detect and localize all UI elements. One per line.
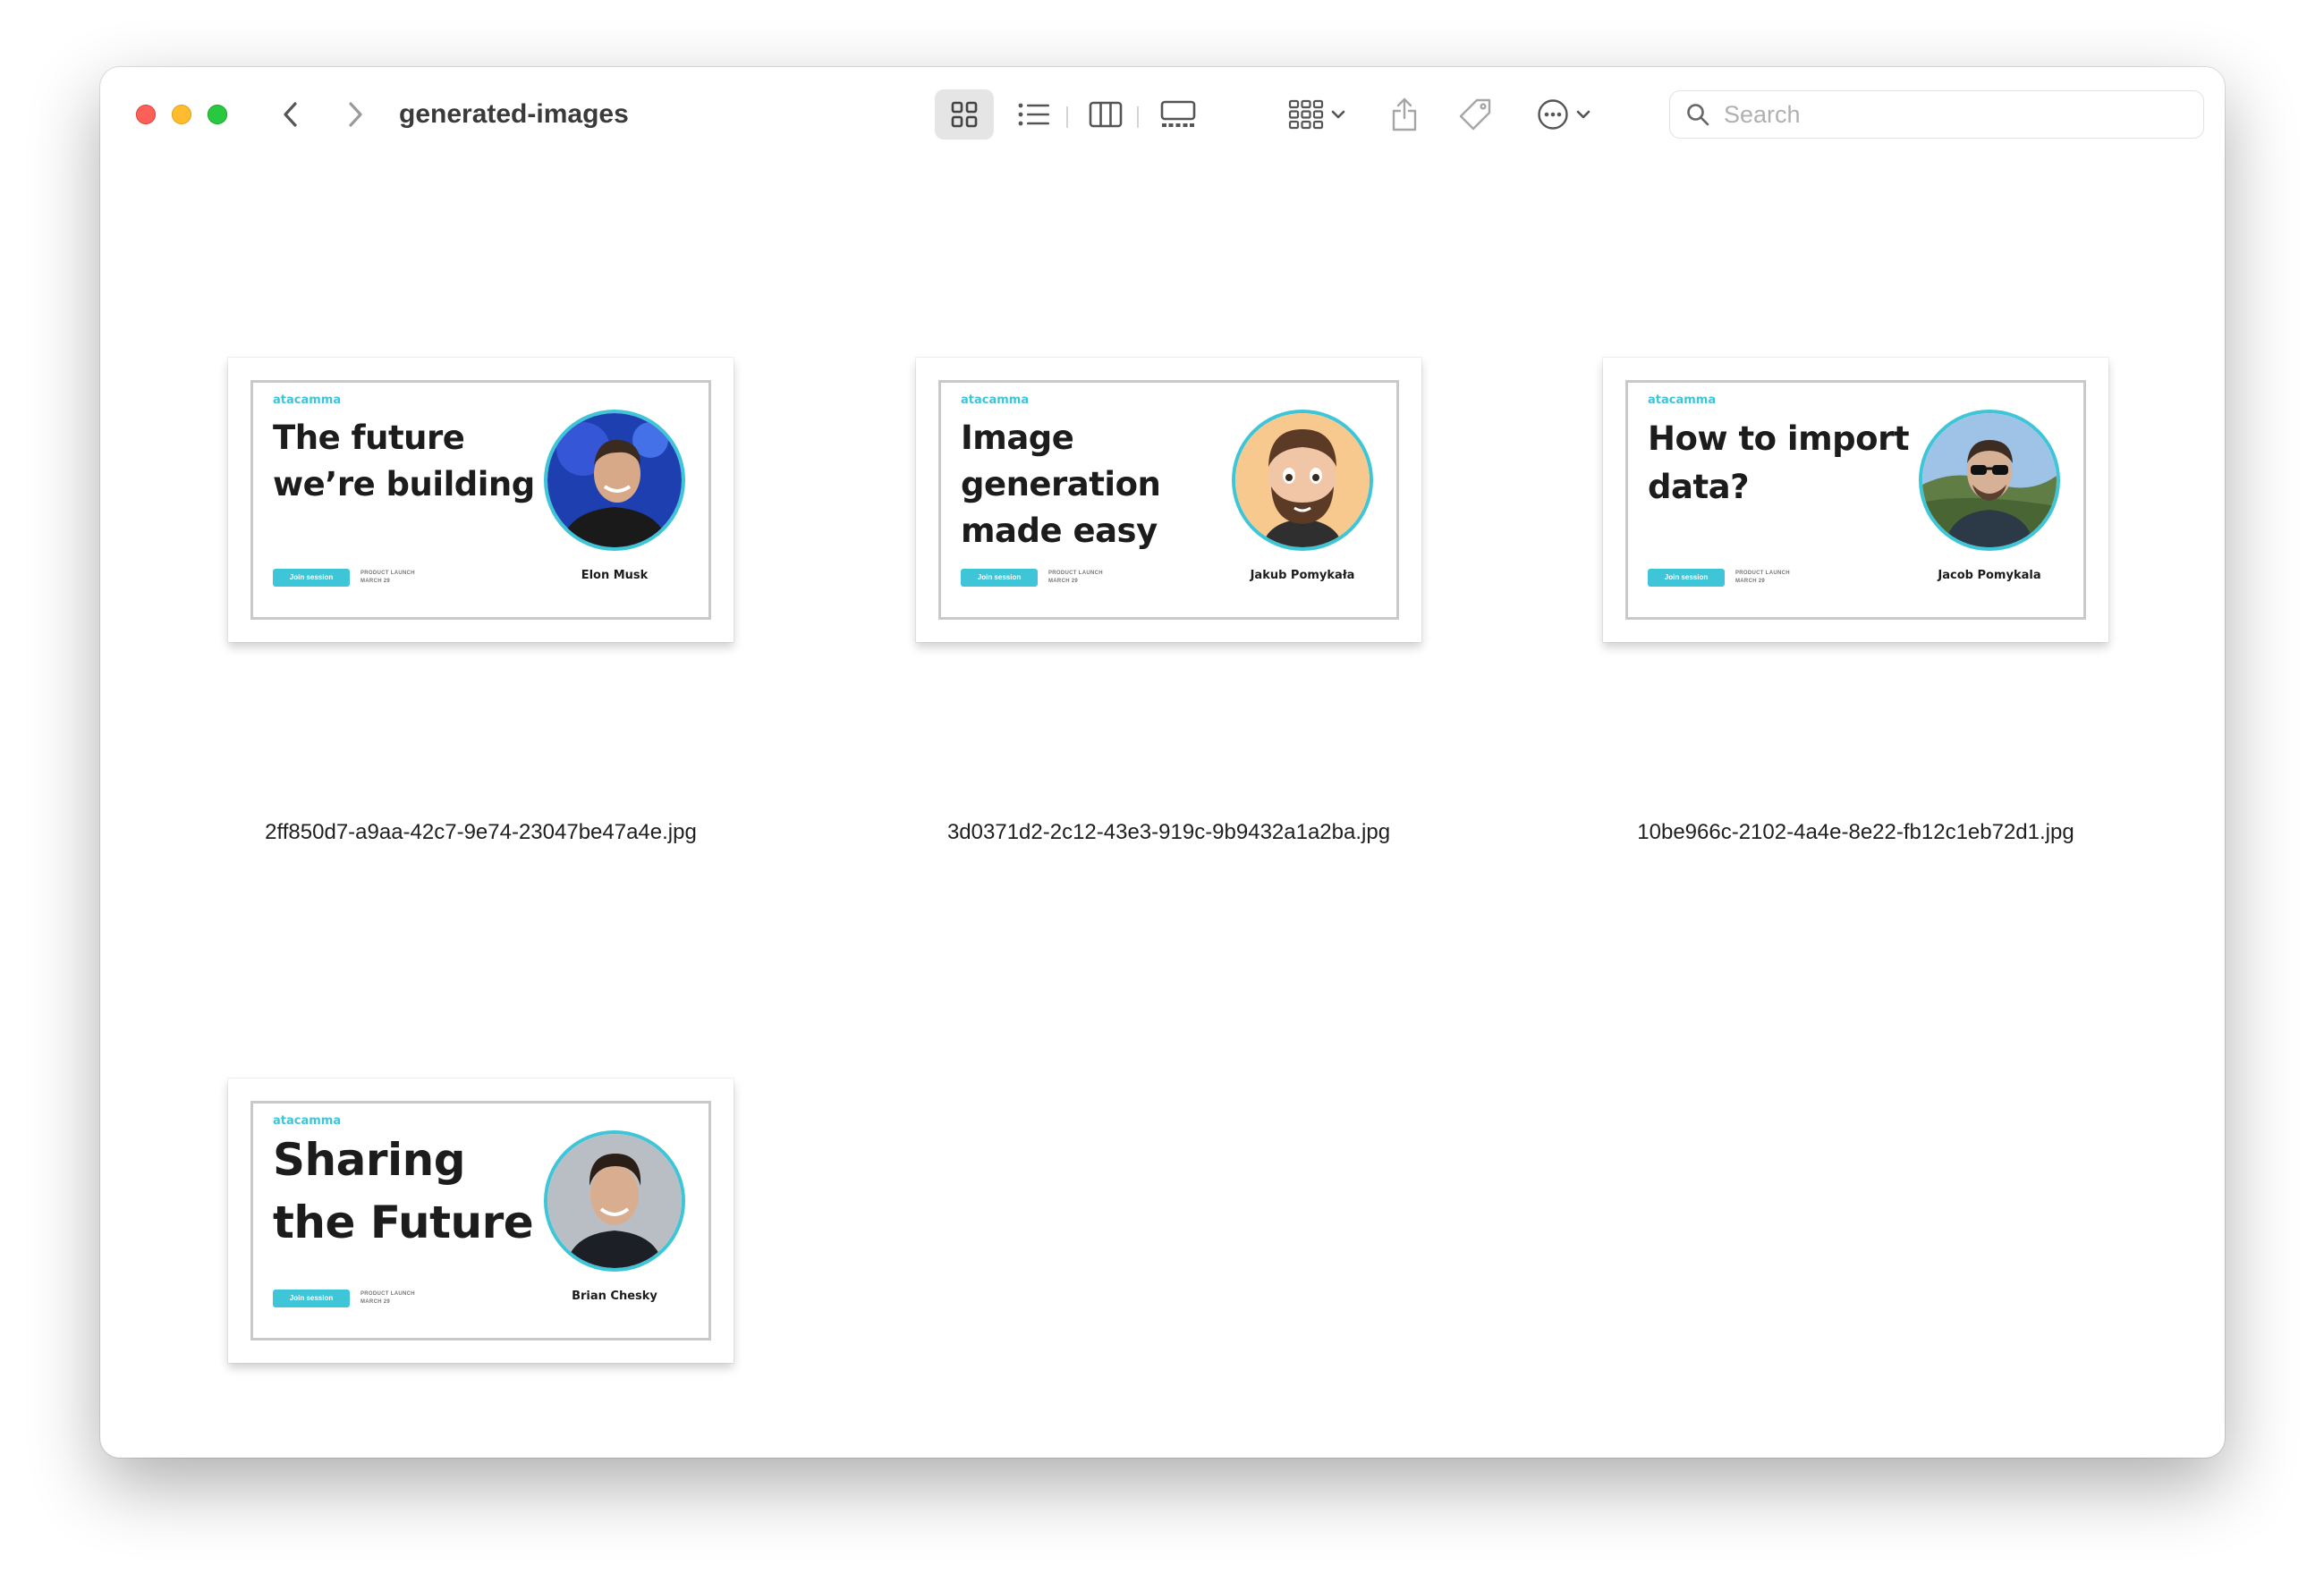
banner-card: atacamma How to import data? Join sessio… — [1625, 380, 2086, 620]
file-thumbnail[interactable]: atacamma The future we’re building Join … — [228, 358, 734, 642]
speaker-avatar — [544, 1130, 685, 1272]
event-meta: PRODUCT LAUNCH MARCH 29 — [360, 1290, 415, 1307]
tag-button[interactable] — [1449, 89, 1501, 140]
speaker-avatar — [1919, 410, 2060, 551]
banner-card: atacamma The future we’re building Join … — [250, 380, 711, 620]
group-button[interactable] — [1279, 89, 1354, 140]
event-meta-line: MARCH 29 — [360, 1299, 391, 1305]
toolbar: generated-images — [100, 67, 2225, 161]
file-thumbnail[interactable]: atacamma Sharing the Future Join session… — [228, 1078, 734, 1363]
event-meta: PRODUCT LAUNCH MARCH 29 — [1048, 570, 1103, 586]
join-session-badge: Join session — [273, 1290, 350, 1307]
search-field[interactable] — [1669, 90, 2204, 139]
search-icon — [1687, 104, 1709, 126]
toolbar-separator — [1066, 106, 1068, 128]
zoom-button[interactable] — [208, 105, 227, 124]
column-view-icon — [1089, 101, 1123, 128]
file-name[interactable]: 2ff850d7-a9aa-42c7-9e74-23047be47a4e.jpg — [192, 820, 769, 845]
brand-label: atacamma — [1648, 393, 1717, 407]
join-session-badge: Join session — [961, 569, 1038, 587]
file-thumbnail[interactable]: atacamma Image generation made easy Join… — [916, 358, 1421, 642]
share-button[interactable] — [1379, 89, 1429, 140]
group-icon — [1288, 99, 1324, 130]
gallery-view-icon — [1160, 100, 1196, 127]
icon-view-button[interactable] — [935, 89, 994, 140]
more-actions-button[interactable] — [1526, 89, 1601, 140]
event-meta: PRODUCT LAUNCH MARCH 29 — [360, 570, 415, 586]
chevron-down-icon — [1576, 110, 1590, 119]
chevron-down-icon — [1331, 110, 1345, 119]
icon-view-icon — [951, 101, 978, 128]
minimize-button[interactable] — [172, 105, 191, 124]
event-meta-line: MARCH 29 — [360, 579, 391, 584]
forward-button[interactable] — [337, 97, 373, 132]
toolbar-separator — [1137, 106, 1139, 128]
join-session-badge: Join session — [273, 569, 350, 587]
file-name[interactable]: 10be966c-2102-4a4e-8e22-fb12c1eb72d1.jpg — [1567, 820, 2144, 845]
brand-label: atacamma — [961, 393, 1030, 407]
close-button[interactable] — [136, 105, 156, 124]
tag-icon — [1459, 98, 1491, 131]
speaker-avatar — [544, 410, 685, 551]
list-view-button[interactable] — [1006, 89, 1062, 140]
brand-label: atacamma — [273, 1114, 342, 1128]
event-meta-line: PRODUCT LAUNCH — [1048, 571, 1103, 576]
speaker-avatar — [1232, 410, 1373, 551]
back-button[interactable] — [273, 97, 309, 132]
back-icon — [284, 102, 297, 127]
list-view-icon — [1018, 103, 1049, 126]
brand-label: atacamma — [273, 393, 342, 407]
file-thumbnail[interactable]: atacamma How to import data? Join sessio… — [1603, 358, 2108, 642]
event-meta-line: PRODUCT LAUNCH — [1735, 571, 1790, 576]
event-meta-line: MARCH 29 — [1735, 579, 1766, 584]
speaker-name: Brian Chesky — [572, 1290, 657, 1303]
join-session-badge: Join session — [1648, 569, 1725, 587]
more-actions-icon — [1538, 99, 1568, 130]
speaker-name: Jacob Pomykala — [1938, 569, 2041, 582]
banner-card: atacamma Image generation made easy Join… — [938, 380, 1399, 620]
banner-headline: Sharing the Future — [273, 1134, 534, 1248]
event-meta-line: MARCH 29 — [1048, 579, 1079, 584]
event-meta: PRODUCT LAUNCH MARCH 29 — [1735, 570, 1790, 586]
speaker-name: Elon Musk — [581, 569, 649, 582]
event-meta-line: PRODUCT LAUNCH — [360, 571, 415, 576]
speaker-name: Jakub Pomykała — [1250, 569, 1355, 582]
share-icon — [1392, 97, 1417, 131]
window-title: generated-images — [399, 99, 629, 129]
banner-headline: Image generation made easy — [961, 419, 1161, 550]
search-input[interactable] — [1722, 99, 2173, 130]
banner-card: atacamma Sharing the Future Join session… — [250, 1101, 711, 1341]
forward-icon — [349, 102, 362, 127]
gallery-view-button[interactable] — [1147, 89, 1209, 140]
banner-headline: The future we’re building — [273, 419, 535, 503]
file-name[interactable]: 3d0371d2-2c12-43e3-919c-9b9432a1a2ba.jpg — [880, 820, 1457, 845]
finder-window: generated-images Search atacamma The fut… — [100, 67, 2225, 1458]
banner-headline: How to import data? — [1648, 419, 1910, 506]
event-meta-line: PRODUCT LAUNCH — [360, 1291, 415, 1297]
column-view-button[interactable] — [1078, 89, 1133, 140]
